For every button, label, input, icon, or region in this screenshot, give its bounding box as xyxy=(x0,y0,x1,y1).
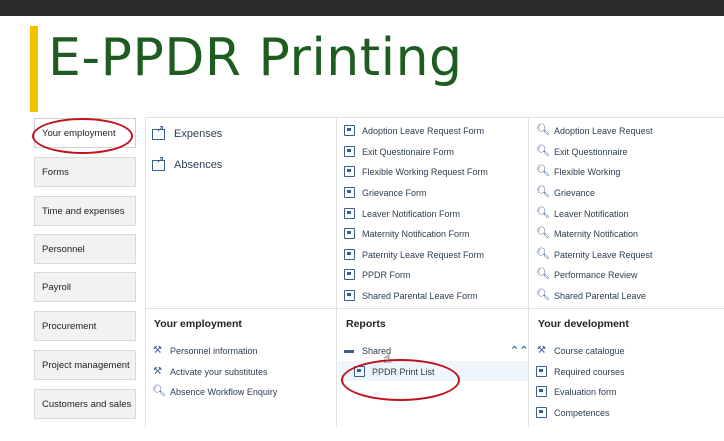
tools-icon: ⚒ xyxy=(537,345,546,356)
enquiry-link[interactable]: 🔍︎ Paternity Leave Request xyxy=(536,249,653,260)
report-icon xyxy=(354,366,365,377)
collapse-chevron-icon[interactable]: ⌃⌃ xyxy=(510,344,528,357)
form-link[interactable]: Shared Parental Leave Form xyxy=(344,290,478,301)
form-icon xyxy=(536,366,547,377)
sidebar-item-project-management[interactable]: Project management xyxy=(34,350,136,380)
competences-link[interactable]: Competences xyxy=(536,407,610,418)
external-link-icon xyxy=(152,155,165,171)
sidebar-item-your-employment[interactable]: Your employment xyxy=(34,118,136,148)
external-link-icon xyxy=(152,124,165,140)
absence-workflow-enquiry-link[interactable]: 🔍︎ Absence Workflow Enquiry xyxy=(152,386,277,397)
tools-icon: ⚒ xyxy=(153,366,162,377)
sidebar-item-customers-and-sales[interactable]: Customers and sales xyxy=(34,389,136,419)
section-heading-your-development: Your development xyxy=(538,318,629,330)
mouse-cursor-icon: ☝︎ xyxy=(383,350,392,366)
sidebar-item-procurement[interactable]: Procurement xyxy=(34,311,136,341)
enquiry-link[interactable]: 🔍︎ Adoption Leave Request xyxy=(536,125,653,136)
ppdr-print-list-link[interactable]: PPDR Print List xyxy=(354,366,435,377)
form-icon xyxy=(344,249,355,260)
top-bar xyxy=(0,0,724,16)
required-courses-link[interactable]: Required courses xyxy=(536,366,625,377)
search-icon: 🔍︎ xyxy=(536,248,550,260)
form-icon xyxy=(536,407,547,418)
grid-divider xyxy=(528,117,529,427)
form-icon xyxy=(344,290,355,301)
search-icon: 🔍︎ xyxy=(536,289,550,301)
form-icon xyxy=(344,125,355,136)
enquiry-link[interactable]: 🔍︎ Flexible Working xyxy=(536,166,620,177)
enquiry-link[interactable]: 🔍︎ Exit Questionnaire xyxy=(536,146,628,157)
folder-icon: ▬ xyxy=(344,345,354,356)
form-link[interactable]: Grievance Form xyxy=(344,187,427,198)
form-link[interactable]: Flexible Working Request Form xyxy=(344,166,488,177)
form-link[interactable]: Maternity Notification Form xyxy=(344,228,470,239)
sidebar-item-forms[interactable]: Forms xyxy=(34,157,136,187)
sidebar-item-payroll[interactable]: Payroll xyxy=(34,272,136,302)
form-link[interactable]: Exit Questionaire Form xyxy=(344,146,454,157)
sidebar-item-personnel[interactable]: Personnel xyxy=(34,234,136,264)
section-heading-your-employment: Your employment xyxy=(154,318,242,330)
sidebar-item-time-and-expenses[interactable]: Time and expenses xyxy=(34,196,136,226)
search-icon: 🔍︎ xyxy=(536,227,550,239)
grid-divider xyxy=(145,308,724,309)
form-icon xyxy=(344,269,355,280)
search-icon: 🔍︎ xyxy=(536,124,550,136)
course-catalogue-link[interactable]: ⚒ Course catalogue xyxy=(536,345,625,356)
grid-divider xyxy=(145,117,146,427)
grid-divider xyxy=(336,117,337,427)
search-icon: 🔍︎ xyxy=(536,165,550,177)
search-icon: 🔍︎ xyxy=(536,207,550,219)
enquiry-link[interactable]: 🔍︎ Leaver Notification xyxy=(536,208,629,219)
search-icon: 🔍︎ xyxy=(152,385,166,397)
form-icon xyxy=(344,187,355,198)
search-icon: 🔍︎ xyxy=(536,268,550,280)
tools-icon: ⚒ xyxy=(153,345,162,356)
form-link[interactable]: Leaver Notification Form xyxy=(344,208,460,219)
enquiry-link[interactable]: 🔍︎ Performance Review xyxy=(536,269,638,280)
form-icon xyxy=(344,166,355,177)
form-icon xyxy=(344,228,355,239)
form-link[interactable]: Paternity Leave Request Form xyxy=(344,249,484,260)
enquiry-link[interactable]: 🔍︎ Maternity Notification xyxy=(536,228,638,239)
page-title: E-PPDR Printing xyxy=(48,28,463,88)
enquiry-link[interactable]: 🔍︎ Shared Parental Leave xyxy=(536,290,646,301)
grid-divider xyxy=(145,117,724,118)
expenses-link[interactable]: Expenses xyxy=(152,124,222,140)
enquiry-link[interactable]: 🔍︎ Grievance xyxy=(536,187,595,198)
activate-substitutes-link[interactable]: ⚒ Activate your substitutes xyxy=(152,366,268,377)
search-icon: 🔍︎ xyxy=(536,145,550,157)
personnel-information-link[interactable]: ⚒ Personnel information xyxy=(152,345,258,356)
form-icon xyxy=(344,208,355,219)
absences-link[interactable]: Absences xyxy=(152,155,222,171)
form-icon xyxy=(344,146,355,157)
form-icon xyxy=(536,386,547,397)
form-link[interactable]: PPDR Form xyxy=(344,269,411,280)
search-icon: 🔍︎ xyxy=(536,186,550,198)
form-link[interactable]: Adoption Leave Request Form xyxy=(344,125,484,136)
title-accent-bar xyxy=(30,26,38,112)
evaluation-form-link[interactable]: Evaluation form xyxy=(536,386,617,397)
section-heading-reports: Reports xyxy=(346,318,386,330)
